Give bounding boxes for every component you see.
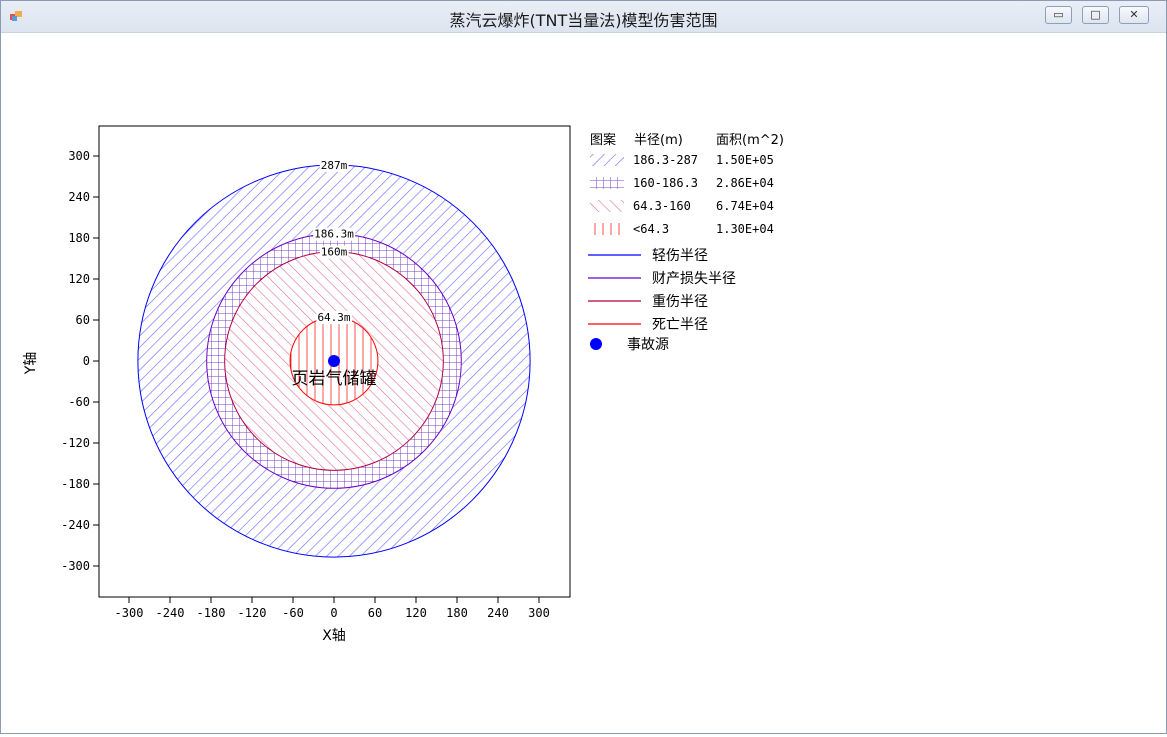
- circle-label-2: 160m: [321, 246, 348, 259]
- x-tick-label: 300: [528, 606, 550, 620]
- x-tick-label: -300: [115, 606, 144, 620]
- legend-area-1: 2.86E+04: [716, 176, 774, 190]
- y-tick-label: 240: [68, 190, 90, 204]
- close-button[interactable]: ✕: [1119, 6, 1149, 24]
- y-tick-label: -120: [61, 436, 90, 450]
- legend-swatch-0: [590, 154, 624, 166]
- y-tick-label: -300: [61, 559, 90, 573]
- maximize-button[interactable]: □: [1082, 6, 1109, 24]
- legend-area-3: 1.30E+04: [716, 222, 774, 236]
- x-tick-label: -120: [238, 606, 267, 620]
- y-tick-label: -180: [61, 477, 90, 491]
- legend-swatch-2: [590, 200, 624, 212]
- legend-marker-label: 事故源: [627, 337, 669, 353]
- legend-range-1: 160-186.3: [633, 176, 698, 190]
- x-axis-label: X轴: [322, 628, 346, 644]
- y-tick-label: -240: [61, 518, 90, 532]
- minimize-button[interactable]: ▭: [1045, 6, 1072, 24]
- source-label: 页岩气储罐: [292, 369, 377, 389]
- legend-range-0: 186.3-287: [633, 153, 698, 167]
- app-window: 蒸汽云爆炸(TNT当量法)模型伤害范围 ▭ □ ✕ 287m 186.3m 16…: [0, 0, 1167, 734]
- y-axis-label: Y轴: [23, 352, 39, 376]
- y-tick-label: 300: [68, 149, 90, 163]
- legend-header-radius: 半径(m): [634, 133, 683, 148]
- legend: 图案 半径(m) 面积(m^2) 186.3-287 1.50E+05 160-18…: [588, 133, 784, 353]
- legend-range-3: <64.3: [633, 222, 669, 236]
- x-tick-label: -240: [156, 606, 185, 620]
- x-tick-label: 120: [405, 606, 427, 620]
- circle-label-3: 64.3m: [317, 311, 350, 324]
- legend-header-pattern: 图案: [590, 133, 616, 148]
- y-tick-label: -60: [68, 395, 90, 409]
- chart-area: 287m 186.3m 160m 64.3m 页岩气储罐 -300 -240 -180 -1…: [1, 33, 1166, 733]
- damage-range-chart: 287m 186.3m 160m 64.3m 页岩气储罐 -300 -240 -180 -1…: [23, 125, 784, 644]
- circle-label-1: 186.3m: [314, 228, 354, 241]
- x-tick-label: 180: [446, 606, 468, 620]
- x-tick-label: 240: [487, 606, 509, 620]
- legend-line-label-3: 死亡半径: [652, 317, 708, 333]
- x-tick-label: -180: [197, 606, 226, 620]
- legend-header-area: 面积(m^2): [716, 133, 784, 148]
- y-tick-label: 0: [83, 354, 90, 368]
- legend-area-2: 6.74E+04: [716, 199, 774, 213]
- x-tick-label: 60: [368, 606, 382, 620]
- legend-range-2: 64.3-160: [633, 199, 691, 213]
- x-tick-label: 0: [330, 606, 337, 620]
- legend-line-label-1: 财产损失半径: [652, 271, 736, 287]
- accident-source-marker: [328, 355, 340, 367]
- legend-line-label-2: 重伤半径: [652, 294, 708, 310]
- y-tick-label: 60: [76, 313, 90, 327]
- y-tick-label: 120: [68, 272, 90, 286]
- x-tick-label: -60: [282, 606, 304, 620]
- window-title: 蒸汽云爆炸(TNT当量法)模型伤害范围: [449, 11, 718, 30]
- title-bar[interactable]: 蒸汽云爆炸(TNT当量法)模型伤害范围 ▭ □ ✕: [1, 1, 1166, 33]
- legend-swatch-3: [590, 223, 624, 235]
- circle-label-0: 287m: [321, 159, 348, 172]
- y-tick-label: 180: [68, 231, 90, 245]
- legend-swatch-1: [590, 177, 624, 189]
- legend-area-0: 1.50E+05: [716, 153, 774, 167]
- legend-line-label-0: 轻伤半径: [652, 248, 708, 264]
- legend-marker: [590, 338, 602, 350]
